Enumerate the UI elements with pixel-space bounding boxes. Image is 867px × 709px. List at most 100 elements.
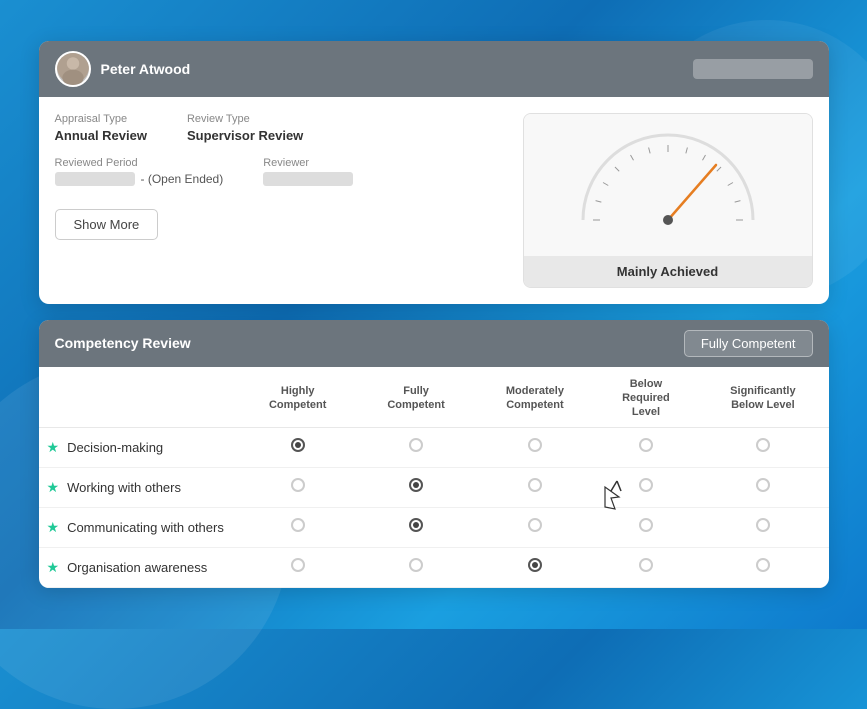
col-header-significantly: SignificantlyBelow Level	[697, 367, 828, 428]
radio-cell-1-1[interactable]	[357, 468, 475, 508]
section-title: Competency Review	[55, 335, 191, 351]
radio-dot[interactable]	[291, 478, 305, 492]
reviewer-item: Reviewer	[263, 157, 353, 191]
reviewed-period-bar	[55, 172, 135, 186]
user-name: Peter Atwood	[101, 61, 191, 77]
radio-dot[interactable]	[756, 518, 770, 532]
row-with-star: ★ Communicating with others	[47, 519, 231, 536]
radio-cell-1-4[interactable]	[697, 468, 828, 508]
radio-dot[interactable]	[639, 558, 653, 572]
competency-table: HighlyCompetent FullyCompetent Moderatel…	[39, 367, 829, 589]
reviewer-bar	[263, 172, 353, 186]
radio-cell-3-3[interactable]	[595, 548, 698, 588]
gauge-svg	[568, 130, 768, 240]
radio-cell-2-0[interactable]	[239, 508, 357, 548]
radio-dot[interactable]	[756, 438, 770, 452]
info-row-2: Reviewed Period - (Open Ended) Reviewer	[55, 157, 507, 191]
reviewed-period-item: Reviewed Period - (Open Ended)	[55, 157, 224, 191]
radio-cell-2-4[interactable]	[697, 508, 828, 548]
radio-dot[interactable]	[756, 558, 770, 572]
row-name-cell: ★ Communicating with others	[39, 508, 239, 548]
table-row: ★ Communicating with others	[39, 508, 829, 548]
info-row-1: Appraisal Type Annual Review Review Type…	[55, 113, 507, 143]
bottom-card: Competency Review Fully Competent Highly…	[39, 320, 829, 589]
table-row: ★ Decision-making	[39, 428, 829, 468]
col-header-below: BelowRequiredLevel	[595, 367, 698, 428]
radio-cell-3-2[interactable]	[475, 548, 594, 588]
reviewed-period-label: Reviewed Period	[55, 157, 224, 169]
competency-name: Communicating with others	[67, 520, 224, 535]
radio-dot[interactable]	[639, 438, 653, 452]
col-header-name	[39, 367, 239, 428]
row-with-star: ★ Organisation awareness	[47, 559, 231, 576]
col-header-moderately: ModeratelyCompetent	[475, 367, 594, 428]
radio-cell-3-4[interactable]	[697, 548, 828, 588]
row-name-cell: ★ Working with others	[39, 468, 239, 508]
gauge-section: Mainly Achieved	[523, 113, 813, 288]
radio-dot[interactable]	[409, 478, 423, 492]
bottom-card-header: Competency Review Fully Competent	[39, 320, 829, 367]
radio-dot[interactable]	[291, 438, 305, 452]
radio-cell-0-3[interactable]	[595, 428, 698, 468]
avatar	[55, 51, 91, 87]
user-info: Peter Atwood	[55, 51, 191, 87]
info-section: Appraisal Type Annual Review Review Type…	[55, 113, 507, 288]
radio-dot[interactable]	[291, 558, 305, 572]
main-container: Peter Atwood Appraisal Type Annual Revie…	[39, 41, 829, 589]
row-with-star: ★ Working with others	[47, 479, 231, 496]
competency-name: Organisation awareness	[67, 560, 207, 575]
top-card-header: Peter Atwood	[39, 41, 829, 97]
review-type-value: Supervisor Review	[187, 128, 303, 143]
gauge-label: Mainly Achieved	[524, 256, 812, 287]
table-row: ★ Working with others	[39, 468, 829, 508]
radio-dot[interactable]	[291, 518, 305, 532]
radio-dot[interactable]	[639, 478, 653, 492]
radio-cell-2-1[interactable]	[357, 508, 475, 548]
radio-cell-0-0[interactable]	[239, 428, 357, 468]
reviewed-period-suffix: - (Open Ended)	[141, 172, 224, 186]
radio-cell-2-3[interactable]	[595, 508, 698, 548]
radio-dot[interactable]	[756, 478, 770, 492]
radio-dot[interactable]	[639, 518, 653, 532]
row-name-cell: ★ Decision-making	[39, 428, 239, 468]
row-name-cell: ★ Organisation awareness	[39, 548, 239, 588]
radio-cell-3-1[interactable]	[357, 548, 475, 588]
competency-name: Decision-making	[67, 440, 163, 455]
table-row: ★ Organisation awareness	[39, 548, 829, 588]
gauge-area	[524, 114, 812, 256]
reviewer-label: Reviewer	[263, 157, 353, 169]
radio-dot[interactable]	[409, 558, 423, 572]
star-icon: ★	[47, 439, 60, 456]
radio-cell-0-4[interactable]	[697, 428, 828, 468]
radio-cell-2-2[interactable]	[475, 508, 594, 548]
radio-cell-0-1[interactable]	[357, 428, 475, 468]
radio-dot[interactable]	[528, 558, 542, 572]
star-icon: ★	[47, 519, 60, 536]
header-right-bar	[693, 59, 813, 79]
radio-dot[interactable]	[409, 518, 423, 532]
star-icon: ★	[47, 559, 60, 576]
radio-dot[interactable]	[528, 518, 542, 532]
radio-cell-1-2[interactable]	[475, 468, 594, 508]
radio-cell-1-0[interactable]	[239, 468, 357, 508]
appraisal-type-label: Appraisal Type	[55, 113, 147, 125]
radio-cell-1-3[interactable]	[595, 468, 698, 508]
row-with-star: ★ Decision-making	[47, 439, 231, 456]
top-card-body: Appraisal Type Annual Review Review Type…	[39, 97, 829, 304]
competent-badge: Fully Competent	[684, 330, 813, 357]
appraisal-type-item: Appraisal Type Annual Review	[55, 113, 147, 143]
radio-dot[interactable]	[528, 438, 542, 452]
radio-dot[interactable]	[409, 438, 423, 452]
col-header-highly: HighlyCompetent	[239, 367, 357, 428]
col-header-fully: FullyCompetent	[357, 367, 475, 428]
radio-cell-0-2[interactable]	[475, 428, 594, 468]
review-type-label: Review Type	[187, 113, 303, 125]
radio-dot[interactable]	[528, 478, 542, 492]
radio-cell-3-0[interactable]	[239, 548, 357, 588]
table-header-row: HighlyCompetent FullyCompetent Moderatel…	[39, 367, 829, 428]
review-type-item: Review Type Supervisor Review	[187, 113, 303, 143]
competency-name: Working with others	[67, 480, 181, 495]
show-more-button[interactable]: Show More	[55, 209, 159, 240]
appraisal-type-value: Annual Review	[55, 128, 147, 143]
star-icon: ★	[47, 479, 60, 496]
